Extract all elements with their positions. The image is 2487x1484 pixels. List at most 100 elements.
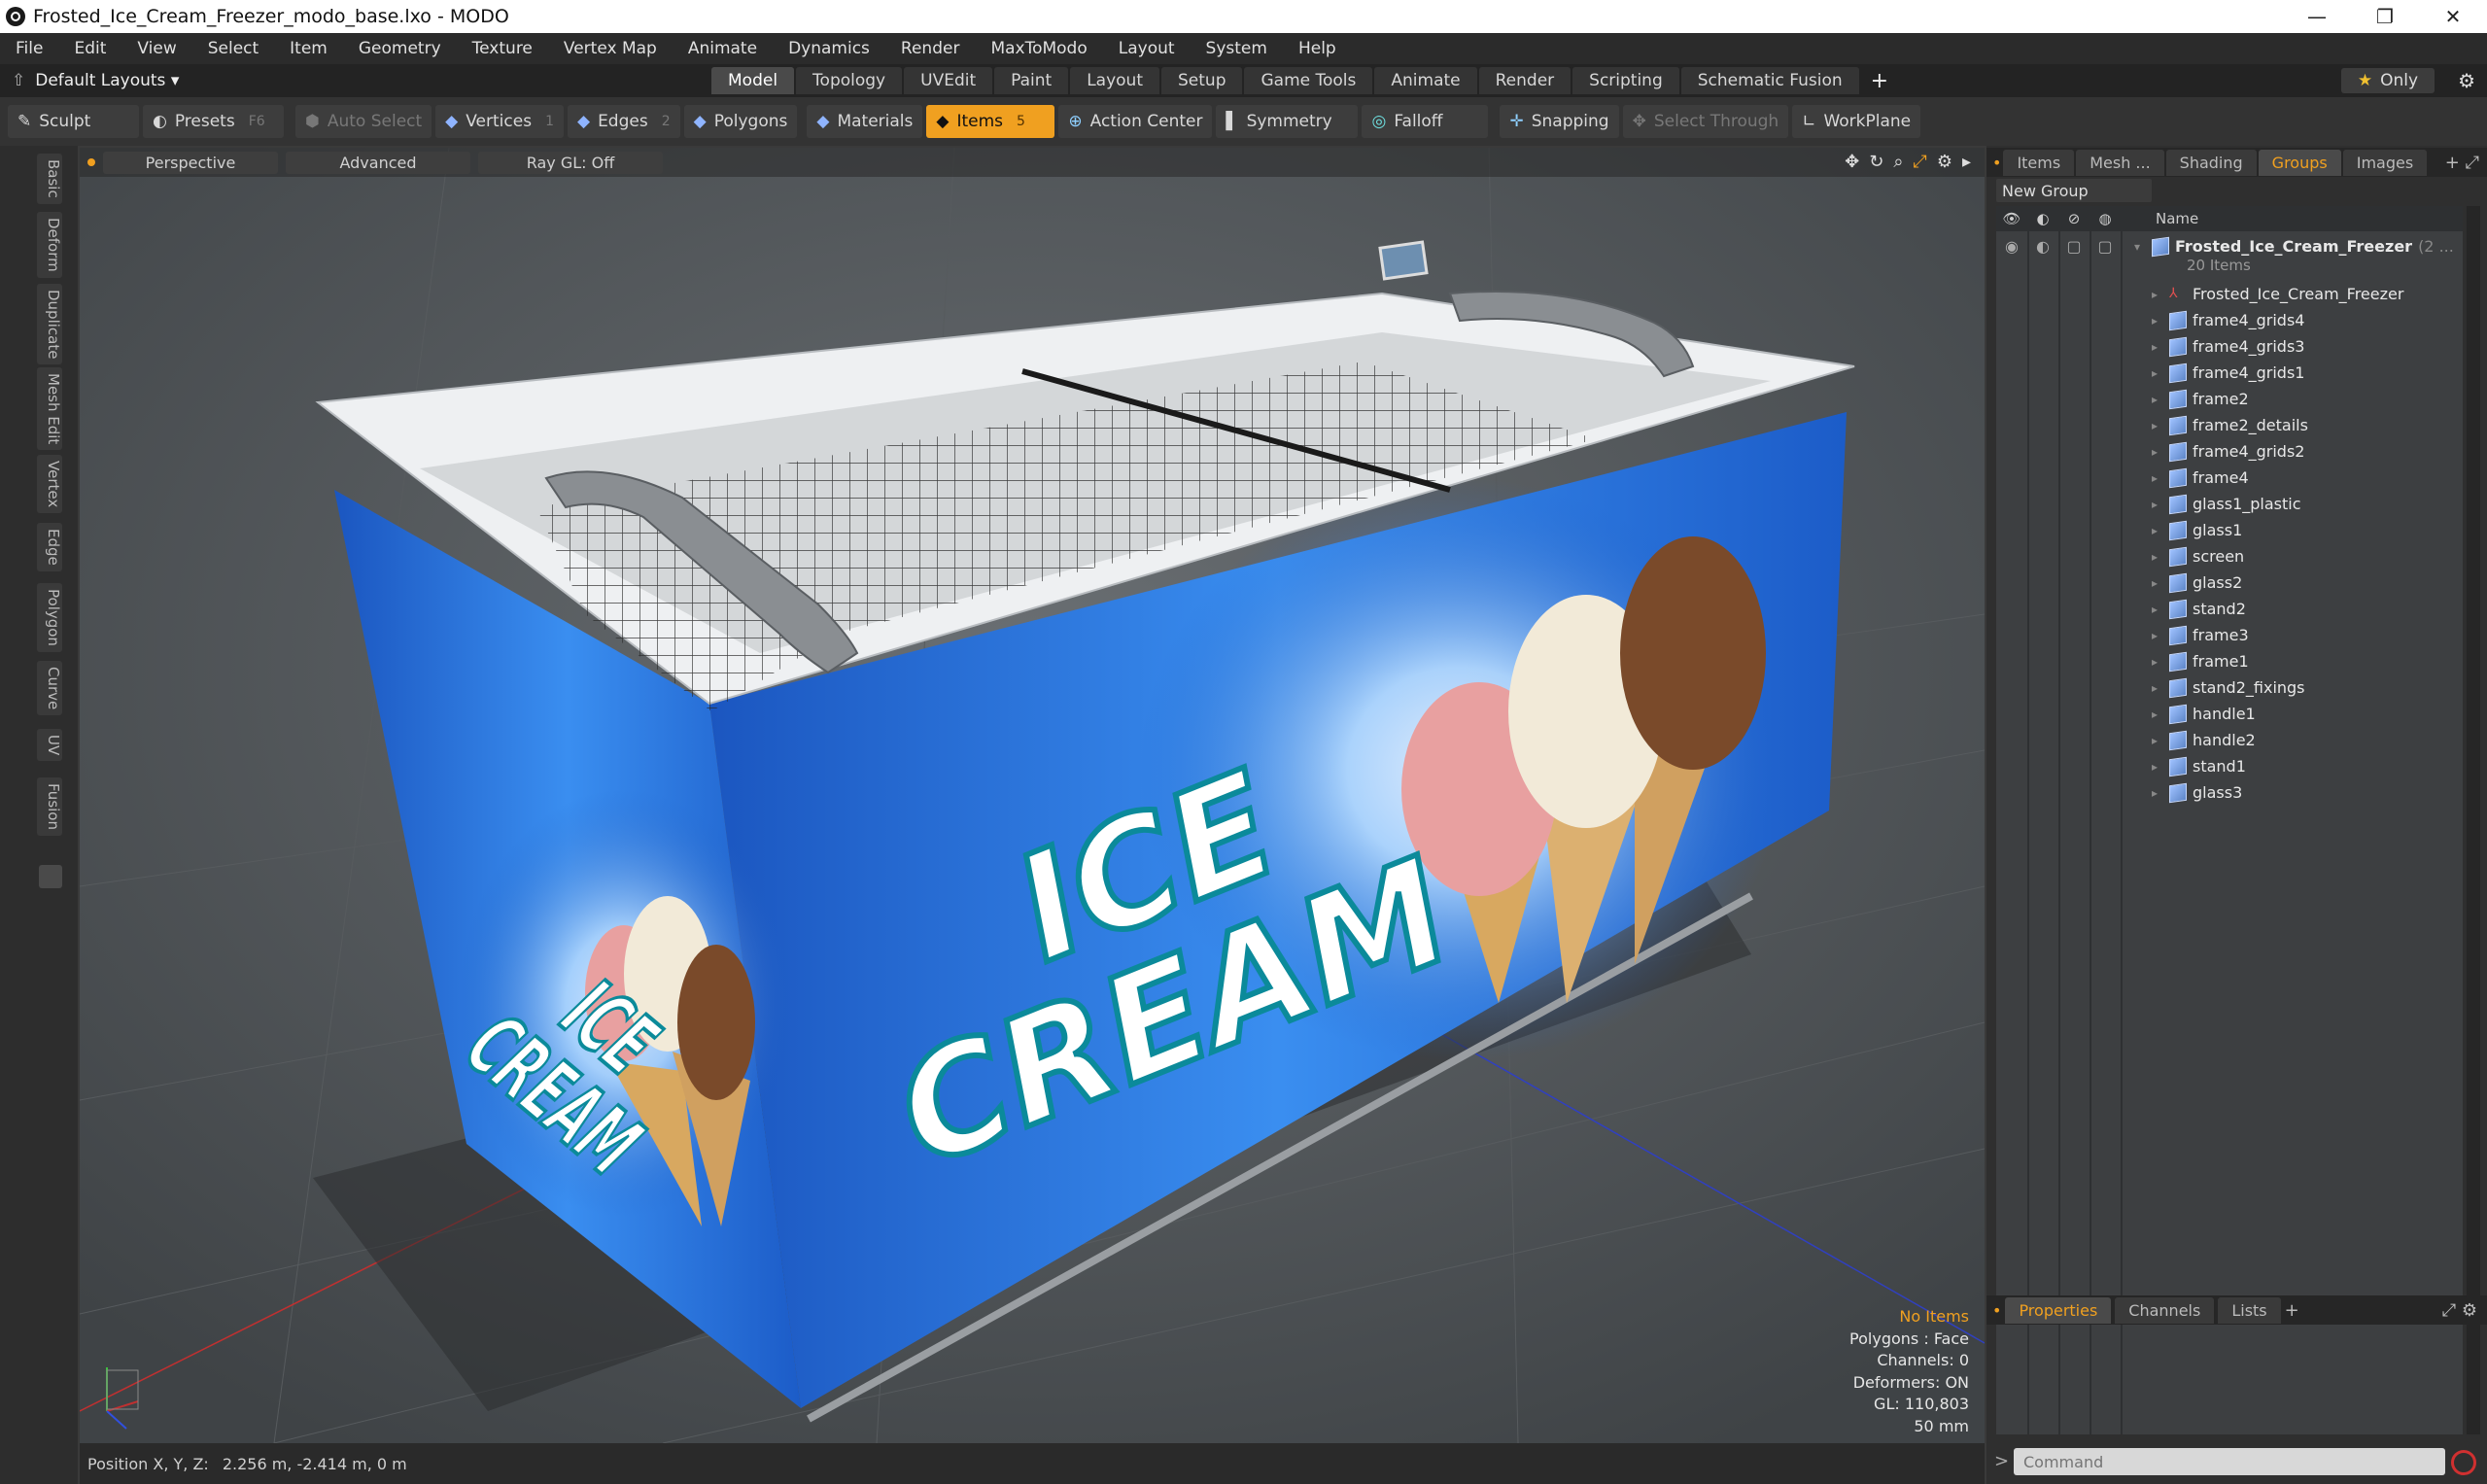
select-header-icon[interactable]: ◍ <box>2090 210 2121 227</box>
list-item[interactable]: ▸ frame4_grids3 <box>1996 333 2463 360</box>
menu-maxtomodo[interactable]: MaxToModo <box>975 39 1102 58</box>
select-toggle-icon[interactable]: ▢ <box>2090 237 2121 256</box>
list-item[interactable]: ▸ glass3 <box>1996 779 2463 806</box>
props-expand-gear-icon[interactable]: ⤢ ⚙ <box>2442 1300 2487 1321</box>
menu-dynamics[interactable]: Dynamics <box>773 39 885 58</box>
visibility-header-icon[interactable]: 👁 <box>1996 210 2027 227</box>
edges-button[interactable]: ◆ Edges 2 <box>567 105 680 138</box>
left-tab-fusion[interactable]: Fusion <box>37 777 62 836</box>
polygons-button[interactable]: ◆ Polygons <box>683 105 798 138</box>
menu-render[interactable]: Render <box>885 39 976 58</box>
tab-mesh[interactable]: Mesh ... <box>2076 149 2164 176</box>
maximize-view-icon[interactable]: ⤢ <box>1913 152 1926 172</box>
lock-toggle-icon[interactable]: ▢ <box>2058 237 2090 256</box>
viewport-gear-icon[interactable]: ⚙ <box>1937 152 1952 172</box>
tab-channels[interactable]: Channels <box>2115 1296 2215 1324</box>
layout-up-arrow-icon[interactable]: ⇧ <box>12 71 25 90</box>
materials-button[interactable]: ◆ Materials <box>807 105 923 138</box>
panel-menu-dot-icon[interactable]: • <box>1992 154 2001 172</box>
symmetry-button[interactable]: ▌ Symmetry <box>1216 105 1359 138</box>
list-item[interactable]: ▸ glass1 <box>1996 517 2463 543</box>
panel-expand-icon[interactable]: + ⤢ <box>2445 153 2487 173</box>
menu-file[interactable]: File <box>0 39 58 58</box>
tab-scripting[interactable]: Scripting <box>1572 67 1679 94</box>
add-tab-button[interactable]: + <box>1859 69 1900 93</box>
list-item[interactable]: ▸ glass1_plastic <box>1996 491 2463 517</box>
advanced-dropdown[interactable]: Advanced <box>286 151 470 174</box>
menu-help[interactable]: Help <box>1283 39 1352 58</box>
select-through-button[interactable]: ✥ Select Through <box>1622 105 1789 138</box>
left-tab-vertex[interactable]: Vertex <box>37 455 62 514</box>
list-item[interactable]: ▸ stand1 <box>1996 753 2463 779</box>
add-props-tab-icon[interactable]: + <box>2285 1300 2299 1321</box>
tab-paint[interactable]: Paint <box>994 67 1069 94</box>
group-expand-arrow-icon[interactable]: ▾ <box>2134 240 2152 254</box>
minimize-button[interactable]: — <box>2283 0 2351 33</box>
props-menu-dot-icon[interactable]: • <box>1992 1301 2001 1320</box>
list-item[interactable]: ▸ screen <box>1996 543 2463 569</box>
list-item[interactable]: ▸ frame2 <box>1996 386 2463 412</box>
3d-viewport[interactable]: ICE CREAM ICE CREAM Perspective Advanced… <box>80 148 1985 1443</box>
tab-shading[interactable]: Shading <box>2165 149 2257 176</box>
list-item[interactable]: ▸ ⅄ Frosted_Ice_Cream_Freezer <box>1996 281 2463 307</box>
new-group-button[interactable]: New Group <box>1996 179 2152 202</box>
tab-setup[interactable]: Setup <box>1161 67 1243 94</box>
zoom-view-icon[interactable]: ⌕ <box>1893 152 1903 172</box>
list-item[interactable]: ▸ glass2 <box>1996 569 2463 596</box>
falloff-button[interactable]: ◎ Falloff <box>1362 105 1489 138</box>
render-toggle-icon[interactable]: ◐ <box>2027 237 2058 256</box>
left-tab-mesh-edit[interactable]: Mesh Edit <box>37 367 62 451</box>
list-item[interactable]: ▸ frame3 <box>1996 622 2463 648</box>
left-tab-curve[interactable]: Curve <box>37 661 62 716</box>
menu-vertex-map[interactable]: Vertex Map <box>548 39 673 58</box>
items-button[interactable]: ◆ Items 5 <box>926 105 1055 138</box>
render-header-icon[interactable]: ◐ <box>2027 210 2058 227</box>
menu-animate[interactable]: Animate <box>673 39 773 58</box>
left-tab-edge[interactable]: Edge <box>37 523 62 571</box>
tab-properties[interactable]: Properties <box>2005 1296 2112 1324</box>
tab-animate[interactable]: Animate <box>1374 67 1477 94</box>
menu-edit[interactable]: Edit <box>58 39 121 58</box>
tab-images[interactable]: Images <box>2342 149 2428 176</box>
raygl-dropdown[interactable]: Ray GL: Off <box>478 151 663 174</box>
tab-game-tools[interactable]: Game Tools <box>1244 67 1373 94</box>
snapping-button[interactable]: ✛ Snapping <box>1500 105 1619 138</box>
action-center-button[interactable]: ⊕ Action Center <box>1058 105 1213 138</box>
list-item[interactable]: ▸ frame4_grids4 <box>1996 307 2463 333</box>
list-item[interactable]: ▸ stand2 <box>1996 596 2463 622</box>
maximize-button[interactable]: ❐ <box>2351 0 2419 33</box>
command-record-icon[interactable] <box>2451 1450 2476 1475</box>
list-item[interactable]: ▸ frame4_grids2 <box>1996 438 2463 465</box>
vertices-button[interactable]: ◆ Vertices 1 <box>435 105 564 138</box>
tab-lists[interactable]: Lists <box>2218 1296 2281 1324</box>
tab-render[interactable]: Render <box>1478 67 1572 94</box>
viewport-arrow-icon[interactable]: ▸ <box>1962 152 1971 172</box>
command-input[interactable] <box>2014 1448 2445 1475</box>
tab-layout[interactable]: Layout <box>1070 67 1159 94</box>
menu-system[interactable]: System <box>1191 39 1283 58</box>
tab-uvedit[interactable]: UVEdit <box>904 67 993 94</box>
left-tab-deform[interactable]: Deform <box>37 212 62 278</box>
list-scrollbar[interactable] <box>2467 206 2480 1434</box>
tab-items[interactable]: Items <box>2003 149 2075 176</box>
sculpt-button[interactable]: ✎ Sculpt <box>8 105 139 138</box>
only-toggle[interactable]: ★ Only <box>2341 68 2435 93</box>
list-item[interactable]: ▸ frame2_details <box>1996 412 2463 438</box>
visibility-toggle-eye-icon[interactable]: ◉ <box>1996 237 2027 256</box>
tab-schematic-fusion[interactable]: Schematic Fusion <box>1680 67 1859 94</box>
rotate-view-icon[interactable]: ↻ <box>1869 152 1883 172</box>
menu-layout[interactable]: Layout <box>1103 39 1191 58</box>
menu-geometry[interactable]: Geometry <box>343 39 457 58</box>
menu-view[interactable]: View <box>121 39 191 58</box>
left-tab-basic[interactable]: Basic <box>37 154 62 204</box>
list-item[interactable]: ▸ frame4 <box>1996 465 2463 491</box>
left-tab-polygon[interactable]: Polygon <box>37 583 62 652</box>
left-tab-duplicate[interactable]: Duplicate <box>37 284 62 365</box>
move-view-icon[interactable]: ✥ <box>1845 152 1859 172</box>
left-tab-uv[interactable]: UV <box>37 729 62 762</box>
lock-header-icon[interactable]: ⊘ <box>2058 210 2090 227</box>
menu-item[interactable]: Item <box>274 39 343 58</box>
layout-dropdown[interactable]: ⇧ Default Layouts ▾ <box>12 71 711 90</box>
menu-select[interactable]: Select <box>192 39 274 58</box>
tab-model[interactable]: Model <box>711 67 795 94</box>
